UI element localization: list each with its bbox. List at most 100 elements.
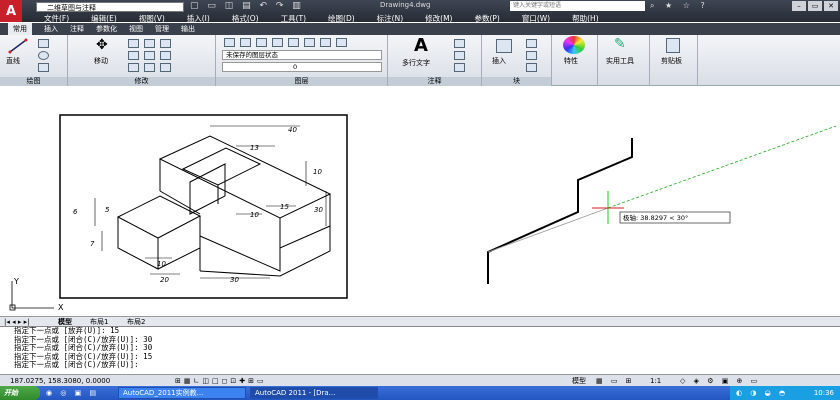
clipboard-button[interactable]: 剪贴板 [661, 56, 682, 66]
annotation-panel-title[interactable]: 注释 [388, 77, 481, 86]
layer-state-dropdown[interactable]: 未保存的图层状态 [222, 50, 382, 60]
create-block-icon[interactable] [526, 39, 537, 48]
insert-block-icon[interactable] [496, 39, 512, 53]
utilities-button[interactable]: 实用工具 [606, 56, 634, 66]
tab-annotate[interactable]: 注释 [70, 23, 84, 35]
dim-label: 6 [73, 208, 78, 216]
search-input[interactable]: 键入关键字或短语 [510, 1, 645, 11]
layer-icon[interactable] [256, 38, 267, 47]
dimension-icon[interactable] [454, 39, 465, 48]
properties-button[interactable]: 特性 [564, 56, 578, 66]
erase-icon[interactable] [160, 39, 171, 48]
dim-label: 7 [90, 240, 95, 248]
taskbar-item-document[interactable]: AutoCAD_2011实例教... [118, 387, 246, 399]
dim-label: 30 [230, 276, 239, 284]
tab-insert[interactable]: 插入 [44, 23, 58, 35]
dim-label: 30 [314, 206, 323, 214]
ribbon: 直线 绘图 ✥ 移动 修改 未保存的图层状态 0 图层 A 多行文字 注释 插入… [0, 35, 840, 86]
command-prompt[interactable]: 指定下一点或 [闭合(C)/放弃(U)]: [14, 360, 840, 370]
layer-properties-icon[interactable] [224, 38, 235, 47]
block-panel-title[interactable]: 块 [482, 77, 551, 86]
tab-view[interactable]: 视图 [129, 23, 143, 35]
mtext-icon[interactable]: A [414, 35, 428, 56]
move-button[interactable]: 移动 [94, 56, 108, 66]
modify-panel-title[interactable]: 修改 [68, 77, 215, 86]
mtext-button[interactable]: 多行文字 [402, 58, 430, 68]
draw-panel: 直线 绘图 [0, 35, 68, 86]
trim-icon[interactable] [144, 39, 155, 48]
window-controls: – ▭ ✕ [792, 1, 838, 11]
autocad-logo-icon[interactable]: A [0, 0, 22, 22]
layers-panel: 未保存的图层状态 0 图层 [216, 35, 388, 86]
line-icon[interactable] [8, 38, 28, 54]
dimension-lines [94, 125, 327, 279]
minimize-button[interactable]: – [792, 1, 806, 11]
start-button[interactable]: 开始 [0, 386, 40, 400]
model-space[interactable]: 40 13 6 10 10 15 30 5 7 10 20 30 极轴: 38.… [0, 86, 840, 316]
tray-icons[interactable]: ◐ ◑ ◒ ◓ [736, 389, 788, 397]
ucs-x-label: X [58, 303, 64, 312]
utilities-icon[interactable]: ✎ [614, 36, 626, 52]
dim-label: 15 [280, 203, 289, 211]
tab-manage[interactable]: 管理 [155, 23, 169, 35]
rotate-icon[interactable] [128, 39, 139, 48]
clipboard-panel: 剪贴板 [650, 35, 698, 86]
utilities-panel: ✎ 实用工具 [598, 35, 650, 86]
attribute-icon[interactable] [526, 63, 537, 72]
clipboard-icon[interactable] [666, 38, 680, 53]
drawing-canvas[interactable]: 40 13 6 10 10 15 30 5 7 10 20 30 极轴: 38.… [0, 86, 840, 316]
dim-label: 10 [157, 260, 166, 268]
layer-icon[interactable] [272, 38, 283, 47]
insert-button[interactable]: 插入 [492, 56, 506, 66]
array-icon[interactable] [160, 63, 171, 72]
rectangle-icon[interactable] [38, 63, 49, 72]
isometric-part[interactable] [116, 135, 332, 277]
tab-home[interactable]: 常用 [8, 23, 32, 35]
windows-taskbar: 开始 ◉ ◎ ▣ ▤ AutoCAD_2011实例教... AutoCAD 20… [0, 386, 840, 400]
layout-tabs-bar: |◂ ◂ ▸ ▸| 模型 布局1 布局2 [0, 316, 840, 326]
stretch-icon[interactable] [128, 63, 139, 72]
move-icon[interactable]: ✥ [96, 37, 108, 53]
tab-parametric[interactable]: 参数化 [96, 23, 117, 35]
ribbon-tabs: 常用 插入 注释 参数化 视图 管理 输出 [0, 23, 840, 35]
close-button[interactable]: ✕ [824, 1, 838, 11]
rubberband-line [487, 207, 609, 253]
edit-block-icon[interactable] [526, 51, 537, 60]
dim-label: 10 [313, 168, 322, 176]
circle-icon[interactable] [38, 51, 49, 60]
annotation-panel: A 多行文字 注释 [388, 35, 482, 86]
command-line[interactable]: 指定下一点或 [放弃(U)]: 15 指定下一点或 [闭合(C)/放弃(U)]:… [0, 326, 840, 374]
layer-dropdown[interactable]: 0 [222, 62, 382, 72]
zigzag-polyline[interactable] [487, 138, 633, 284]
restore-button[interactable]: ▭ [808, 1, 822, 11]
dim-label: 20 [160, 276, 169, 284]
quick-access-toolbar[interactable]: ▢ ▭ ◫ ▤ ↶ ↷ ▥ [190, 1, 304, 11]
draw-panel-title[interactable]: 绘图 [0, 77, 67, 86]
block-panel: 插入 块 [482, 35, 552, 86]
title-bar: A 二维草图与注释 ▢ ▭ ◫ ▤ ↶ ↷ ▥ Drawing4.dwg 键入关… [0, 0, 840, 23]
leader-icon[interactable] [454, 51, 465, 60]
workspace-dropdown[interactable]: 二维草图与注释 [36, 2, 184, 12]
layer-icon[interactable] [320, 38, 331, 47]
layer-icon[interactable] [240, 38, 251, 47]
status-bar: 187.0275, 158.3080, 0.0000 ⊞▦∟◫□◻⊡✚⊞▭ 模型… [0, 374, 840, 386]
layer-icon[interactable] [304, 38, 315, 47]
line-button[interactable]: 直线 [6, 56, 20, 66]
layers-panel-title[interactable]: 图层 [216, 77, 387, 86]
clock: 10:36 [813, 389, 834, 397]
mirror-icon[interactable] [144, 51, 155, 60]
polar-tracking-line [607, 125, 837, 209]
tab-output[interactable]: 输出 [181, 23, 195, 35]
copy-icon[interactable] [128, 51, 139, 60]
scale-icon[interactable] [144, 63, 155, 72]
taskbar-item-autocad[interactable]: AutoCAD 2011 - [Dra... [250, 387, 378, 399]
dim-label: 5 [105, 206, 110, 214]
table-icon[interactable] [454, 63, 465, 72]
fillet-icon[interactable] [160, 51, 171, 60]
infocenter-icons[interactable]: ⌕ ★ ☆ ? [650, 1, 709, 11]
polyline-icon[interactable] [38, 39, 49, 48]
layer-icon[interactable] [336, 38, 347, 47]
properties-icon[interactable] [563, 36, 585, 54]
quick-launch-icons[interactable]: ◉ ◎ ▣ ▤ [46, 386, 99, 400]
layer-icon[interactable] [288, 38, 299, 47]
